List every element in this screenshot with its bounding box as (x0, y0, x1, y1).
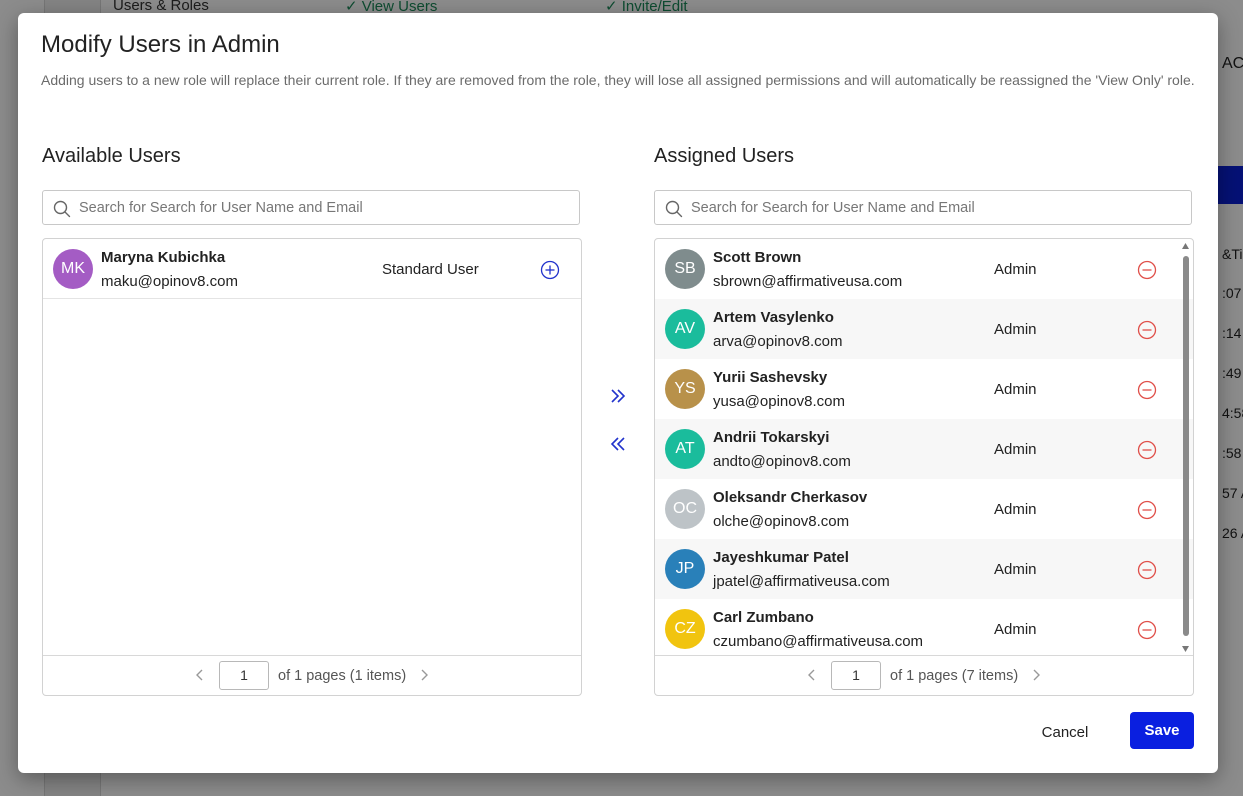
user-row[interactable]: CZ Carl Zumbano czumbano@affirmativeusa.co… (655, 599, 1193, 657)
assigned-page-input[interactable]: 1 (831, 661, 881, 690)
user-avatar: SB (665, 249, 705, 289)
user-email: olche@opinov8.com (713, 513, 850, 530)
user-role: Admin (994, 441, 1037, 458)
user-avatar: MK (53, 249, 93, 289)
user-avatar: JP (665, 549, 705, 589)
save-button[interactable]: Save (1130, 712, 1194, 749)
user-avatar: OC (665, 489, 705, 529)
assigned-users-title: Assigned Users (654, 145, 795, 167)
available-users-title: Available Users (42, 145, 181, 167)
available-search-input[interactable] (79, 191, 569, 224)
scroll-thumb[interactable] (1183, 256, 1189, 636)
user-email: yusa@opinov8.com (713, 393, 845, 410)
user-role: Standard User (382, 261, 479, 278)
user-name: Maryna Kubichka (101, 249, 226, 266)
remove-user-button[interactable] (1137, 500, 1157, 520)
dialog-description: Adding users to a new role will replace … (41, 72, 1195, 88)
available-page-input[interactable]: 1 (219, 661, 269, 690)
add-user-button[interactable] (540, 260, 560, 280)
user-row[interactable]: OC Oleksandr Cherkasov olche@opinov8.com Ad… (655, 479, 1193, 539)
cancel-button[interactable]: Cancel (1028, 717, 1102, 747)
available-users-rows: MK Maryna Kubichka maku@opinov8.com Standar… (43, 239, 581, 657)
user-avatar: AV (665, 309, 705, 349)
assigned-search-box (654, 190, 1192, 225)
assigned-users-rows: SB Scott Brown sbrown@affirmativeusa.com Ad… (655, 239, 1193, 657)
user-role: Admin (994, 381, 1037, 398)
pager-next-icon[interactable] (417, 668, 431, 682)
user-row[interactable]: AT Andrii Tokarskyi andto@opinov8.com Admin (655, 419, 1193, 479)
move-left-button[interactable] (608, 434, 628, 454)
available-search-box (42, 190, 580, 225)
user-name: Oleksandr Cherkasov (713, 489, 868, 506)
user-name: Carl Zumbano (713, 609, 814, 626)
user-row[interactable]: JP Jayeshkumar Patel jpatel@affirmativeusa… (655, 539, 1193, 599)
available-users-list: MK Maryna Kubichka maku@opinov8.com Standar… (42, 238, 582, 696)
user-name: Jayeshkumar Patel (713, 549, 849, 566)
modify-users-dialog: Modify Users in Admin Adding users to a … (18, 13, 1218, 773)
user-email: sbrown@affirmativeusa.com (713, 273, 903, 290)
user-role: Admin (994, 561, 1037, 578)
user-name: Artem Vasylenko (713, 309, 834, 326)
remove-user-button[interactable] (1137, 560, 1157, 580)
dialog-title: Modify Users in Admin (41, 31, 280, 58)
assigned-list-scrollbar[interactable] (1181, 242, 1190, 654)
user-row[interactable]: YS Yurii Sashevsky yusa@opinov8.com Admin (655, 359, 1193, 419)
user-email: jpatel@affirmativeusa.com (713, 573, 890, 590)
search-icon (665, 200, 683, 218)
remove-user-button[interactable] (1137, 440, 1157, 460)
remove-user-button[interactable] (1137, 320, 1157, 340)
available-pager: 1 of 1 pages (1 items) (43, 655, 581, 695)
user-email: czumbano@affirmativeusa.com (713, 633, 924, 650)
user-row[interactable]: SB Scott Brown sbrown@affirmativeusa.com Ad… (655, 239, 1193, 299)
user-avatar: AT (665, 429, 705, 469)
pager-next-icon[interactable] (1029, 668, 1043, 682)
assigned-users-list: SB Scott Brown sbrown@affirmativeusa.com Ad… (654, 238, 1194, 696)
user-email: maku@opinov8.com (101, 273, 238, 290)
user-name: Scott Brown (713, 249, 802, 266)
user-name: Andrii Tokarskyi (713, 429, 830, 446)
pager-prev-icon[interactable] (805, 668, 819, 682)
user-row[interactable]: AV Artem Vasylenko arva@opinov8.com Admin (655, 299, 1193, 359)
assigned-page-summary: of 1 pages (7 items) (890, 668, 1019, 684)
assigned-pager: 1 of 1 pages (7 items) (655, 655, 1193, 695)
scroll-down-icon[interactable] (1181, 645, 1190, 653)
remove-user-button[interactable] (1137, 380, 1157, 400)
user-email: arva@opinov8.com (713, 333, 843, 350)
search-icon (53, 200, 71, 218)
remove-user-button[interactable] (1137, 260, 1157, 280)
user-row[interactable]: MK Maryna Kubichka maku@opinov8.com Standar… (43, 239, 581, 299)
user-name: Yurii Sashevsky (713, 369, 828, 386)
user-role: Admin (994, 321, 1037, 338)
user-email: andto@opinov8.com (713, 453, 851, 470)
scroll-up-icon[interactable] (1181, 242, 1190, 250)
pager-prev-icon[interactable] (193, 668, 207, 682)
assigned-search-input[interactable] (691, 191, 1181, 224)
user-role: Admin (994, 621, 1037, 638)
user-role: Admin (994, 261, 1037, 278)
move-right-button[interactable] (608, 386, 628, 406)
user-avatar: CZ (665, 609, 705, 649)
available-page-summary: of 1 pages (1 items) (278, 668, 407, 684)
remove-user-button[interactable] (1137, 620, 1157, 640)
user-role: Admin (994, 501, 1037, 518)
user-avatar: YS (665, 369, 705, 409)
